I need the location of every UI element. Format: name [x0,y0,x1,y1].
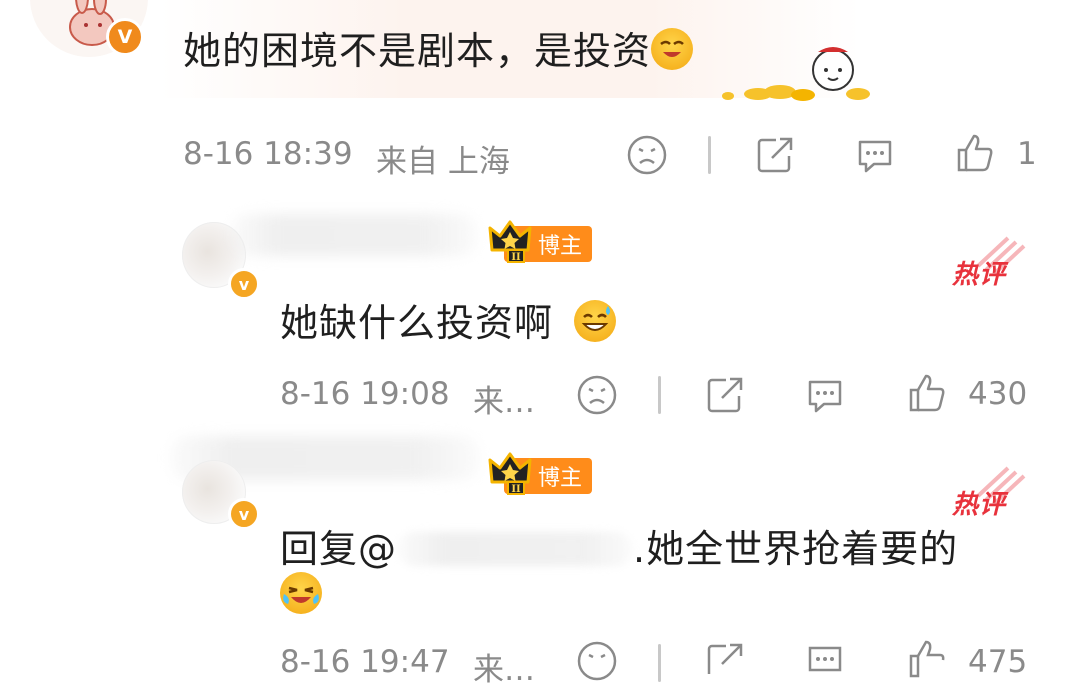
divider [658,644,661,682]
divider [658,376,661,414]
dislike-face-icon[interactable] [626,134,668,176]
reply1-text-content: 她缺什么投资啊 [280,301,554,345]
share-icon[interactable] [704,640,746,682]
sweat-smile-emoji-icon [574,300,617,342]
reply2-text-content: .她全世界抢着要的 [633,527,959,571]
crown-icon: II [488,452,532,495]
comment-text: 她的困境不是剧本，是投资 [183,20,694,75]
reply2-emoji-line [280,572,322,614]
thumbs-up-icon[interactable] [906,638,948,680]
reply1-hot-label: 热评 [952,260,1007,290]
dislike-face-icon[interactable] [576,640,618,682]
reply2-hot-label: 热评 [952,490,1007,520]
comment-time: 8-16 18:39 [183,136,353,172]
comment-icon[interactable] [804,640,846,682]
reply1-username-redacted [230,214,478,256]
reply2-text: 回复@ .她全世界抢着要的 [280,518,958,573]
comment-icon[interactable] [804,374,846,416]
reply1-hot-tag: 热评 [948,236,1028,290]
cry-laugh-emoji-icon [280,572,322,614]
reply2-time: 8-16 19:47 [280,644,450,680]
reply1-source: 来… [473,384,535,420]
reply2-badge-label: 博主 [538,466,583,491]
reply2-like-count: 475 [968,644,1028,680]
thumbs-up-icon[interactable] [906,372,948,414]
thumbs-up-icon[interactable] [954,132,996,174]
reply2-prefix[interactable]: 回复@ [280,527,397,571]
coins-sticker-icon [722,47,870,101]
comment-source: 来自 上海 [376,144,510,180]
reply1-time: 8-16 19:08 [280,376,450,412]
reply2-author-badge: II 博主 [488,452,593,495]
reply1-like-count: 430 [968,376,1028,412]
laugh-emoji-icon [651,28,694,70]
crown-icon: II [488,220,532,263]
reply1-verified-badge: v [228,268,260,300]
dislike-face-icon[interactable] [576,374,618,416]
comment-like-count: 1 [1017,136,1037,172]
verified-badge: V [106,18,144,56]
reply1-text: 她缺什么投资啊 [280,292,617,347]
svg-text:II: II [511,252,521,263]
svg-text:II: II [511,484,521,495]
reply1-author-badge: II 博主 [488,220,593,263]
comment-text-content: 她的困境不是剧本，是投资 [183,29,652,73]
coins-sticker [718,38,878,108]
reply2-verified-badge: v [228,498,260,530]
share-icon[interactable] [754,134,796,176]
share-icon[interactable] [704,374,746,416]
divider [708,136,711,174]
reply2-mention-redacted[interactable] [397,532,634,566]
reply1-badge-label: 博主 [538,234,583,259]
comment-icon[interactable] [854,134,896,176]
reply2-hot-tag: 热评 [948,466,1028,520]
